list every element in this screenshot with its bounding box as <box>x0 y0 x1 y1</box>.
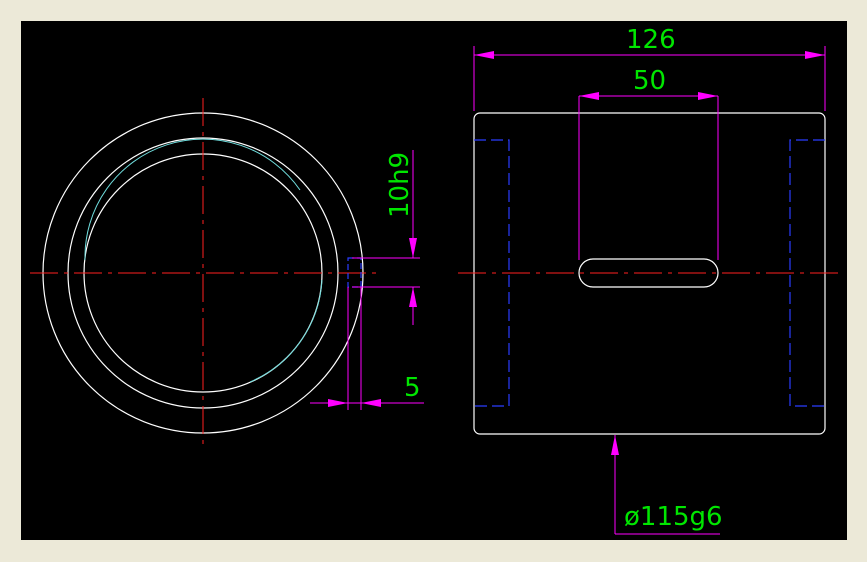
model-space <box>21 21 847 540</box>
dim-key-width-label: 5 <box>404 373 421 403</box>
dim-diameter-label: ø115g6 <box>624 502 723 532</box>
dim-key-height-label: 10h9 <box>385 152 415 218</box>
cad-drawing: 10h9 5 126 50 ø115g6 <box>0 0 867 562</box>
dim-slot-width-label: 50 <box>633 66 666 96</box>
dim-overall-length-label: 126 <box>626 25 676 55</box>
drawing-frame: 10h9 5 126 50 ø115g6 <box>0 0 867 562</box>
